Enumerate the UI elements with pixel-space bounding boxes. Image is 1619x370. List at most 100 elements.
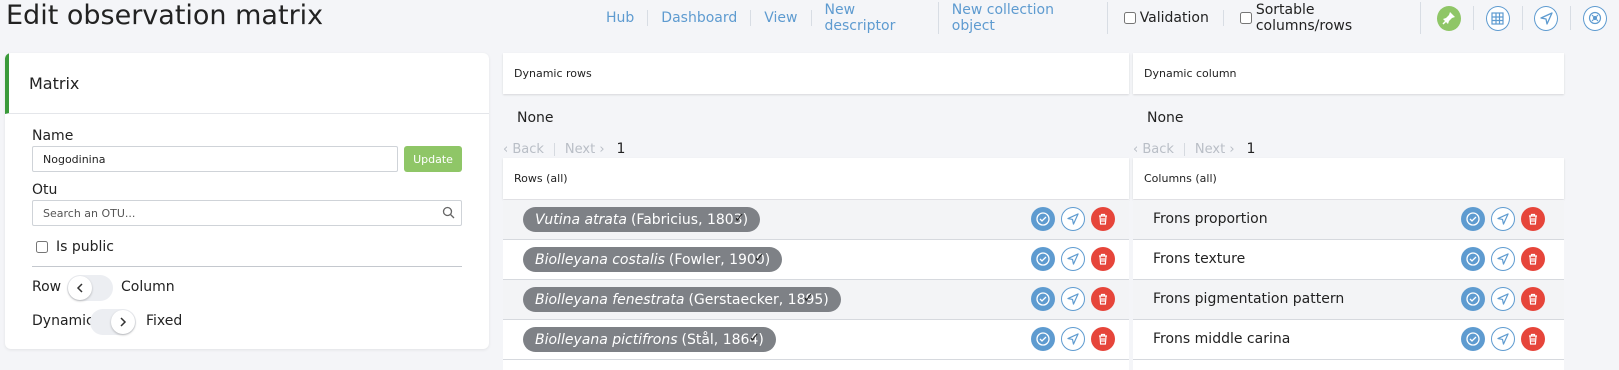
navigate-icon[interactable] [1491, 327, 1515, 351]
columns-all-header: Columns (all) [1133, 158, 1564, 199]
taxon-name: Biolleyana pictifrons [535, 331, 678, 348]
dynamic-rows-pager: ‹ Back Next › 1 [503, 141, 625, 157]
navigate-icon[interactable] [1491, 287, 1515, 311]
matrix-panel: Matrix Name Nogodinina Update Otu Search… [5, 53, 489, 349]
page-number[interactable]: 1 [1247, 141, 1256, 157]
otu-chip[interactable]: Vutina atrata (Fabricius, 1803) [523, 207, 761, 232]
validate-icon[interactable] [1461, 287, 1485, 311]
dynamic-column-header: Dynamic column [1133, 53, 1564, 94]
list-item: Biolleyana fenestrata (Gerstaecker, 1895)… [503, 280, 1129, 320]
otu-chip[interactable]: Biolleyana fenestrata (Gerstaecker, 1895) [523, 287, 841, 312]
page-number[interactable]: 1 [617, 141, 626, 157]
trash-icon[interactable] [1521, 327, 1545, 351]
trash-icon[interactable] [1521, 247, 1545, 271]
columns-list: Frons proportion Frons texture Frons pig… [1133, 200, 1564, 370]
taxon-name: Vutina atrata [535, 211, 627, 228]
list-item: Biolleyana costalis (Fowler, 1900) ✓ [503, 240, 1129, 280]
otu-search-input[interactable]: Search an OTU... [32, 200, 462, 226]
otu-chip[interactable]: Biolleyana costalis (Fowler, 1900) [523, 247, 783, 272]
list-item: Frons texture [1133, 240, 1564, 280]
divider [32, 266, 462, 267]
dynamic-label: Dynamic [32, 313, 94, 329]
chevron-left-icon [76, 283, 83, 293]
is-public-checkbox[interactable] [36, 241, 48, 253]
otu-label: Otu [32, 182, 58, 198]
descriptor-name: Frons pigmentation pattern [1153, 291, 1345, 307]
dynamic-column-empty: None [1147, 110, 1184, 126]
back-link[interactable]: ‹ Back [503, 142, 544, 157]
next-link[interactable]: Next › [1195, 142, 1235, 157]
validate-icon[interactable] [1031, 327, 1055, 351]
descriptor-name: Frons texture [1153, 251, 1246, 267]
trash-icon[interactable] [1521, 287, 1545, 311]
check-mark: ✓ [734, 211, 745, 226]
descriptor-name: Frons proportion [1153, 211, 1268, 227]
rows-all-header: Rows (all) [503, 158, 1129, 199]
dynamic-fixed-switch[interactable] [90, 309, 136, 335]
pin-icon[interactable] [1437, 5, 1461, 31]
navigate-icon[interactable] [1061, 287, 1085, 311]
trash-icon[interactable] [1091, 247, 1115, 271]
search-icon [442, 206, 455, 222]
rows-all-title: Rows (all) [514, 172, 568, 185]
next-link[interactable]: Next › [565, 142, 605, 157]
back-link[interactable]: ‹ Back [1133, 142, 1174, 157]
columns-all-title: Columns (all) [1144, 172, 1217, 185]
validate-icon[interactable] [1461, 327, 1485, 351]
trash-icon[interactable] [1091, 207, 1115, 231]
update-button[interactable]: Update [404, 146, 462, 172]
name-field[interactable]: Nogodinina [32, 146, 398, 172]
validate-icon[interactable] [1461, 207, 1485, 231]
fixed-label: Fixed [146, 313, 183, 329]
new-collection-object-link[interactable]: New collection object [939, 2, 1108, 34]
sortable-toggle[interactable]: Sortable columns/rows [1224, 2, 1422, 34]
page-title: Edit observation matrix [6, 0, 324, 31]
list-item: Frons pigmentation pattern [1133, 280, 1564, 320]
switch-knob [111, 310, 135, 334]
navigate-icon[interactable] [1491, 207, 1515, 231]
validate-icon[interactable] [1031, 247, 1055, 271]
view-link[interactable]: View [751, 10, 812, 26]
new-descriptor-link[interactable]: New descriptor [812, 2, 939, 34]
rows-list: Vutina atrata (Fabricius, 1803) ✓ Biolley… [503, 200, 1129, 370]
check-mark: ✓ [754, 251, 765, 266]
matrix-panel-title: Matrix [5, 53, 489, 114]
validate-icon[interactable] [1031, 207, 1055, 231]
hub-link[interactable]: Hub [593, 10, 649, 26]
taxon-author: (Fabricius, 1803) [630, 211, 749, 228]
trash-icon[interactable] [1091, 287, 1115, 311]
trash-icon[interactable] [1521, 207, 1545, 231]
taxon-name: Biolleyana costalis [535, 251, 665, 268]
radial-icon[interactable] [1583, 5, 1607, 31]
is-public-toggle[interactable]: Is public [36, 239, 114, 255]
list-item: Biolleyana pictifrons (Stål, 1864) ✓ [503, 320, 1129, 360]
list-item: Vutina atrata (Fabricius, 1803) ✓ [503, 200, 1129, 240]
navigate-icon[interactable] [1534, 5, 1559, 31]
navigate-icon[interactable] [1061, 247, 1085, 271]
column-label: Column [121, 279, 175, 295]
otu-search-placeholder: Search an OTU... [43, 206, 136, 220]
navigate-icon[interactable] [1061, 207, 1085, 231]
sortable-label: Sortable columns/rows [1255, 2, 1353, 34]
switch-knob [68, 276, 92, 300]
trash-icon[interactable] [1091, 327, 1115, 351]
otu-chip[interactable]: Biolleyana pictifrons (Stål, 1864) [523, 327, 776, 352]
validate-icon[interactable] [1031, 287, 1055, 311]
dashboard-link[interactable]: Dashboard [648, 10, 752, 26]
dynamic-column-title: Dynamic column [1144, 67, 1237, 80]
dynamic-rows-empty: None [517, 110, 554, 126]
navigate-icon[interactable] [1491, 247, 1515, 271]
taxon-name: Biolleyana fenestrata [535, 291, 685, 308]
dynamic-rows-title: Dynamic rows [514, 67, 592, 80]
navigate-icon[interactable] [1061, 327, 1085, 351]
check-mark: ✓ [803, 291, 814, 306]
validation-toggle[interactable]: Validation [1108, 10, 1224, 26]
is-public-label: Is public [56, 239, 114, 255]
validation-checkbox[interactable] [1123, 12, 1136, 24]
dynamic-rows-header: Dynamic rows [503, 53, 1129, 94]
validate-icon[interactable] [1461, 247, 1485, 271]
sortable-checkbox[interactable] [1239, 12, 1252, 24]
row-column-switch[interactable] [67, 275, 113, 301]
descriptor-name: Frons middle carina [1153, 331, 1291, 347]
grid-icon[interactable] [1485, 5, 1510, 31]
